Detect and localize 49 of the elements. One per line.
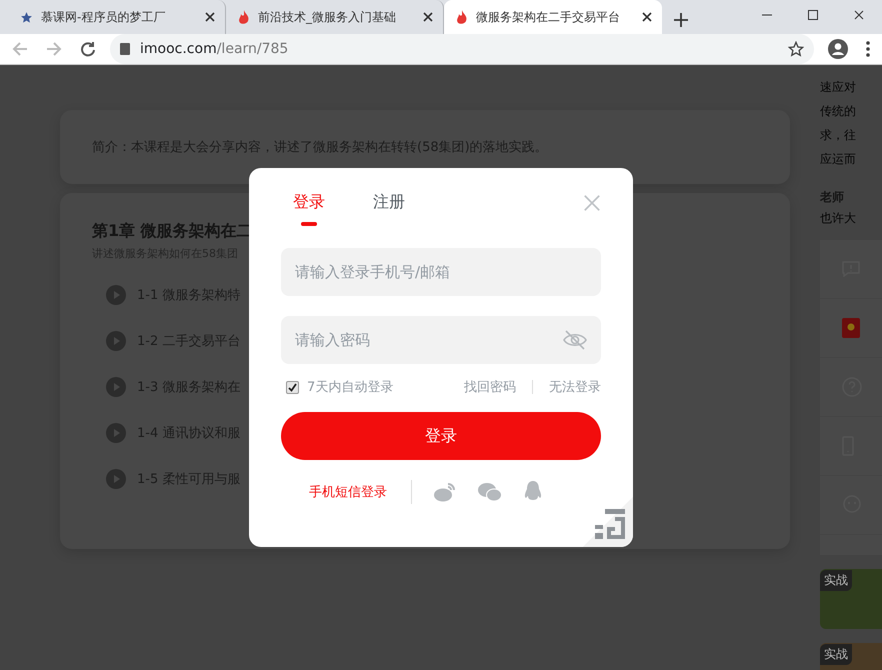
reload-icon[interactable] — [80, 41, 96, 57]
bookmark-star-icon[interactable] — [788, 41, 804, 57]
help-link[interactable]: 找回密码 — [464, 378, 516, 396]
weibo-icon[interactable] — [434, 482, 456, 502]
description-text: 应运而 — [820, 151, 857, 168]
close-icon[interactable] — [642, 12, 652, 22]
description-text: 求，往 — [820, 127, 857, 144]
qr-code-icon[interactable] — [595, 509, 625, 539]
close-button[interactable] — [583, 194, 601, 212]
play-icon[interactable] — [106, 423, 126, 443]
address-bar[interactable]: imooc.com/learn/785 — [110, 34, 814, 64]
envelope-icon[interactable] — [842, 318, 860, 338]
star-icon — [20, 10, 33, 24]
close-icon[interactable] — [854, 10, 864, 20]
login-tab[interactable]: 注册 — [373, 192, 405, 226]
course-tag: 实战 — [820, 570, 852, 591]
description-text: 传统的 — [820, 103, 857, 120]
play-icon[interactable] — [106, 285, 126, 305]
play-icon[interactable] — [106, 469, 126, 489]
description-text: 速应对 — [820, 79, 857, 96]
maximize-icon[interactable] — [808, 10, 818, 20]
login-tab[interactable]: 登录 — [293, 192, 325, 226]
remember-label[interactable]: 7天内自动登录 — [307, 378, 394, 396]
login-button[interactable]: 登录 — [281, 412, 601, 460]
flame-icon — [456, 10, 468, 24]
teacher-text: 也许大 — [820, 210, 857, 227]
password-field[interactable]: 请输入密码 — [281, 316, 601, 364]
close-icon[interactable] — [423, 12, 433, 22]
close-icon[interactable] — [205, 12, 215, 22]
help-link[interactable]: 无法登录 — [549, 378, 601, 396]
page-icon — [120, 43, 130, 55]
eye-off-icon[interactable] — [563, 330, 587, 350]
play-icon[interactable] — [106, 331, 126, 351]
forward-arrow-icon[interactable] — [46, 41, 62, 57]
account-icon[interactable] — [828, 39, 848, 59]
course-tag: 实战 — [820, 644, 852, 665]
browser-tab[interactable]: 微服务架构在二手交易平台 — [444, 0, 662, 34]
menu-icon[interactable] — [866, 41, 870, 57]
url-text: imooc.com/learn/785 — [140, 41, 290, 57]
course-card[interactable]: 实战 — [820, 569, 882, 629]
password-input[interactable]: 请输入密码 — [295, 316, 563, 364]
sms-login-link[interactable]: 手机短信登录 — [309, 483, 387, 501]
penguin-icon[interactable] — [524, 481, 542, 503]
flame-icon — [238, 10, 250, 24]
play-icon[interactable] — [106, 377, 126, 397]
wechat-icon[interactable] — [478, 482, 502, 502]
course-card[interactable]: 实战 — [820, 643, 882, 670]
back-arrow-icon[interactable] — [12, 41, 28, 57]
remember-checkbox[interactable] — [286, 380, 299, 394]
